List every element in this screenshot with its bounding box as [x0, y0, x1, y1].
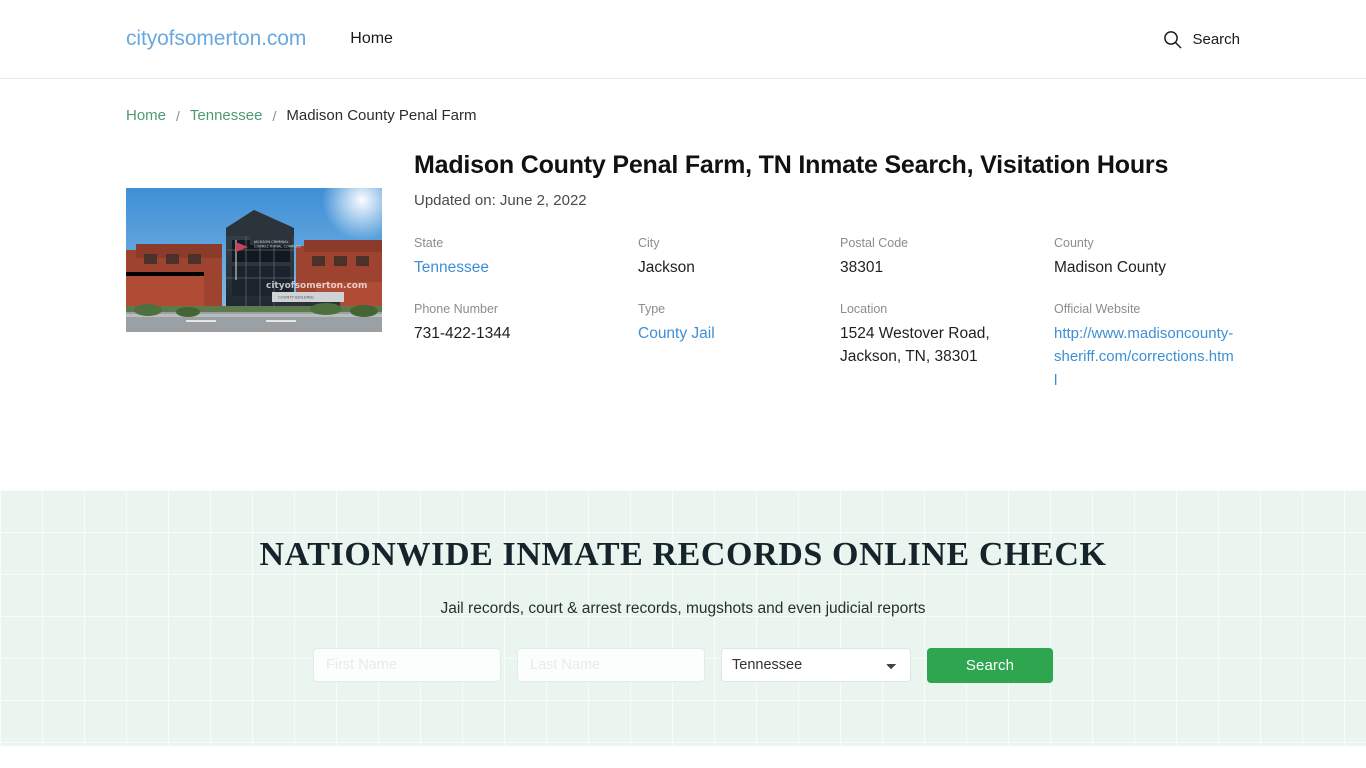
detail-label-official-website: Official Website: [1054, 302, 1141, 316]
detail-type: Type County Jail: [638, 301, 840, 393]
site-logo[interactable]: cityofsomerton.com: [126, 27, 306, 51]
detail-label-type: Type: [638, 302, 666, 316]
detail-postal-code: Postal Code 38301: [840, 235, 1054, 279]
detail-phone-number: Phone Number 731-422-1344: [414, 301, 638, 393]
primary-nav: Home: [348, 26, 395, 52]
breadcrumb-item-tennessee[interactable]: Tennessee: [190, 107, 263, 124]
svg-text:COUNTY BUILDING: COUNTY BUILDING: [278, 295, 314, 300]
detail-label-phone-number: Phone Number: [414, 302, 499, 316]
page-title: Madison County Penal Farm, TN Inmate Sea…: [414, 151, 1169, 179]
search-icon: [1163, 30, 1182, 49]
promo-title: NATIONWIDE INMATE RECORDS ONLINE CHECK: [259, 535, 1107, 573]
svg-text:JACKSON CRIMINAL: JACKSON CRIMINAL: [253, 240, 289, 244]
detail-value-city: Jackson: [638, 258, 695, 276]
facility-info-column: Madison County Penal Farm, TN Inmate Sea…: [382, 150, 1258, 393]
facility-photo-column: JACKSON CRIMINAL CORRECTIONAL COMPLEX CO…: [126, 150, 382, 393]
svg-text:CORRECTIONAL COMPLEX: CORRECTIONAL COMPLEX: [254, 245, 301, 249]
detail-label-city: City: [638, 236, 660, 251]
state-select[interactable]: Tennessee: [721, 648, 911, 683]
first-name-input[interactable]: [313, 648, 501, 683]
detail-state: State Tennessee: [414, 235, 638, 279]
inmate-records-promo: NATIONWIDE INMATE RECORDS ONLINE CHECK J…: [0, 490, 1366, 746]
updated-date: Updated on: June 2, 2022: [414, 192, 587, 210]
breadcrumb-separator: /: [176, 107, 180, 124]
detail-city: City Jackson: [638, 235, 840, 279]
detail-value-phone-number: 731-422-1344: [414, 324, 511, 342]
article-content: JACKSON CRIMINAL CORRECTIONAL COMPLEX CO…: [0, 150, 1366, 393]
detail-label-state: State: [414, 236, 444, 251]
detail-county: County Madison County: [1054, 235, 1258, 279]
facility-photo: JACKSON CRIMINAL CORRECTIONAL COMPLEX CO…: [126, 188, 382, 332]
facility-detail-grid: State Tennessee City Jackson Postal Code…: [414, 235, 1258, 392]
nav-item-home[interactable]: Home: [348, 26, 395, 52]
promo-subtitle: Jail records, court & arrest records, mu…: [440, 599, 926, 617]
detail-value-location: 1524 Westover Road, Jackson, TN, 38301: [840, 324, 990, 365]
detail-label-county: County: [1054, 236, 1094, 251]
breadcrumb-item-current: Madison County Penal Farm: [286, 107, 477, 124]
site-header: cityofsomerton.com Home Search: [0, 0, 1366, 79]
detail-official-website: Official Website http://www.madisoncount…: [1054, 301, 1258, 393]
inmate-search-form: Tennessee Search: [313, 647, 1053, 683]
breadcrumb: Home / Tennessee / Madison County Penal …: [126, 107, 1240, 124]
breadcrumb-wrap: Home / Tennessee / Madison County Penal …: [0, 107, 1366, 124]
breadcrumb-item-home[interactable]: Home: [126, 107, 166, 124]
detail-value-county: Madison County: [1054, 258, 1167, 276]
header-inner: cityofsomerton.com Home Search: [0, 26, 1366, 52]
svg-text:cityofsomerton.com: cityofsomerton.com: [266, 281, 367, 291]
breadcrumb-separator: /: [272, 107, 277, 124]
header-search-label: Search: [1192, 30, 1240, 48]
detail-value-type[interactable]: County Jail: [638, 325, 715, 342]
last-name-input[interactable]: [517, 648, 705, 683]
detail-value-postal-code: 38301: [840, 258, 884, 276]
detail-label-postal-code: Postal Code: [840, 236, 909, 251]
inmate-search-button[interactable]: Search: [927, 647, 1053, 683]
detail-location: Location 1524 Westover Road, Jackson, TN…: [840, 301, 1054, 393]
detail-value-state[interactable]: Tennessee: [414, 259, 489, 276]
header-search-toggle[interactable]: Search: [1163, 30, 1240, 49]
detail-label-location: Location: [840, 302, 888, 316]
detail-value-official-website[interactable]: http://www.madisoncounty-sheriff.com/cor…: [1054, 322, 1236, 393]
